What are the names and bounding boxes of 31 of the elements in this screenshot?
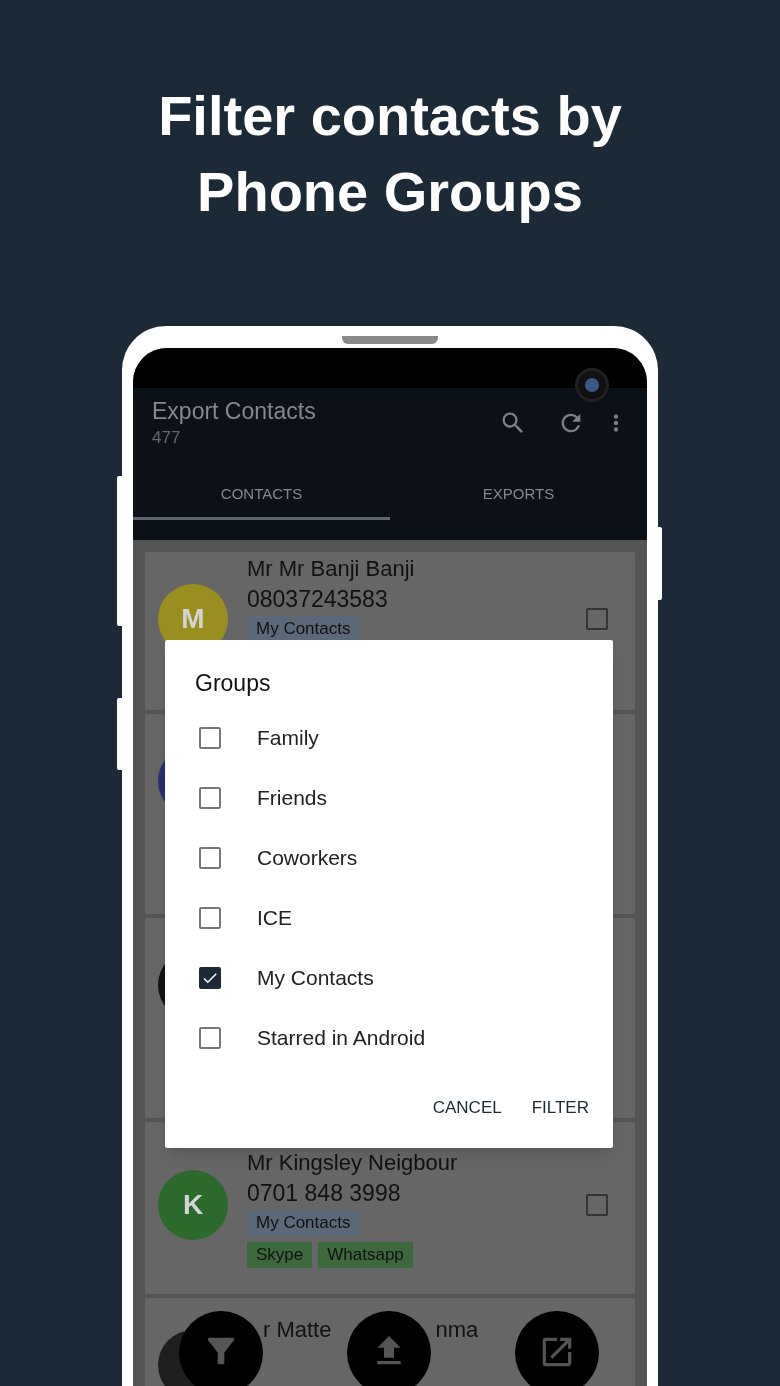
checkbox[interactable] <box>586 1194 608 1216</box>
group-tag: My Contacts <box>247 1210 360 1236</box>
group-tag: Whatsapp <box>318 1242 413 1268</box>
dialog-title: Groups <box>195 669 272 698</box>
contact-name: Mr Kingsley Neigbour <box>247 1149 459 1177</box>
option-label[interactable]: Coworkers <box>257 842 358 874</box>
avatar: K <box>158 1170 228 1240</box>
checkbox[interactable] <box>199 847 221 869</box>
option-label[interactable]: Family <box>257 722 319 754</box>
checkbox[interactable] <box>199 1027 221 1049</box>
option-label[interactable]: ICE <box>257 902 292 934</box>
contact-name: Mr Mr Banji Banji <box>247 555 416 583</box>
option-label[interactable]: Starred in Android <box>257 1022 426 1054</box>
headline: Filter contacts by Phone Groups <box>157 83 623 225</box>
phone-number: 0701 848 3998 <box>247 1179 402 1208</box>
checkbox[interactable] <box>199 967 221 989</box>
contact-name: r Matte <box>263 1316 332 1344</box>
option-label[interactable]: Friends <box>257 782 328 814</box>
app-title: Export Contacts <box>152 397 317 425</box>
contact-name: nma <box>435 1316 479 1344</box>
checkbox[interactable] <box>586 608 608 630</box>
tab[interactable]: EXPORTS <box>390 472 647 520</box>
tab[interactable]: CONTACTS <box>133 472 390 520</box>
checkbox[interactable] <box>199 787 221 809</box>
group-tag: Skype <box>247 1242 313 1268</box>
group-tag: My Contacts <box>247 616 360 642</box>
checkbox[interactable] <box>199 907 221 929</box>
contact-count: 477 <box>152 427 182 449</box>
checkbox[interactable] <box>199 727 221 749</box>
option-label[interactable]: My Contacts <box>257 962 374 994</box>
phone-number: 08037243583 <box>247 585 389 614</box>
